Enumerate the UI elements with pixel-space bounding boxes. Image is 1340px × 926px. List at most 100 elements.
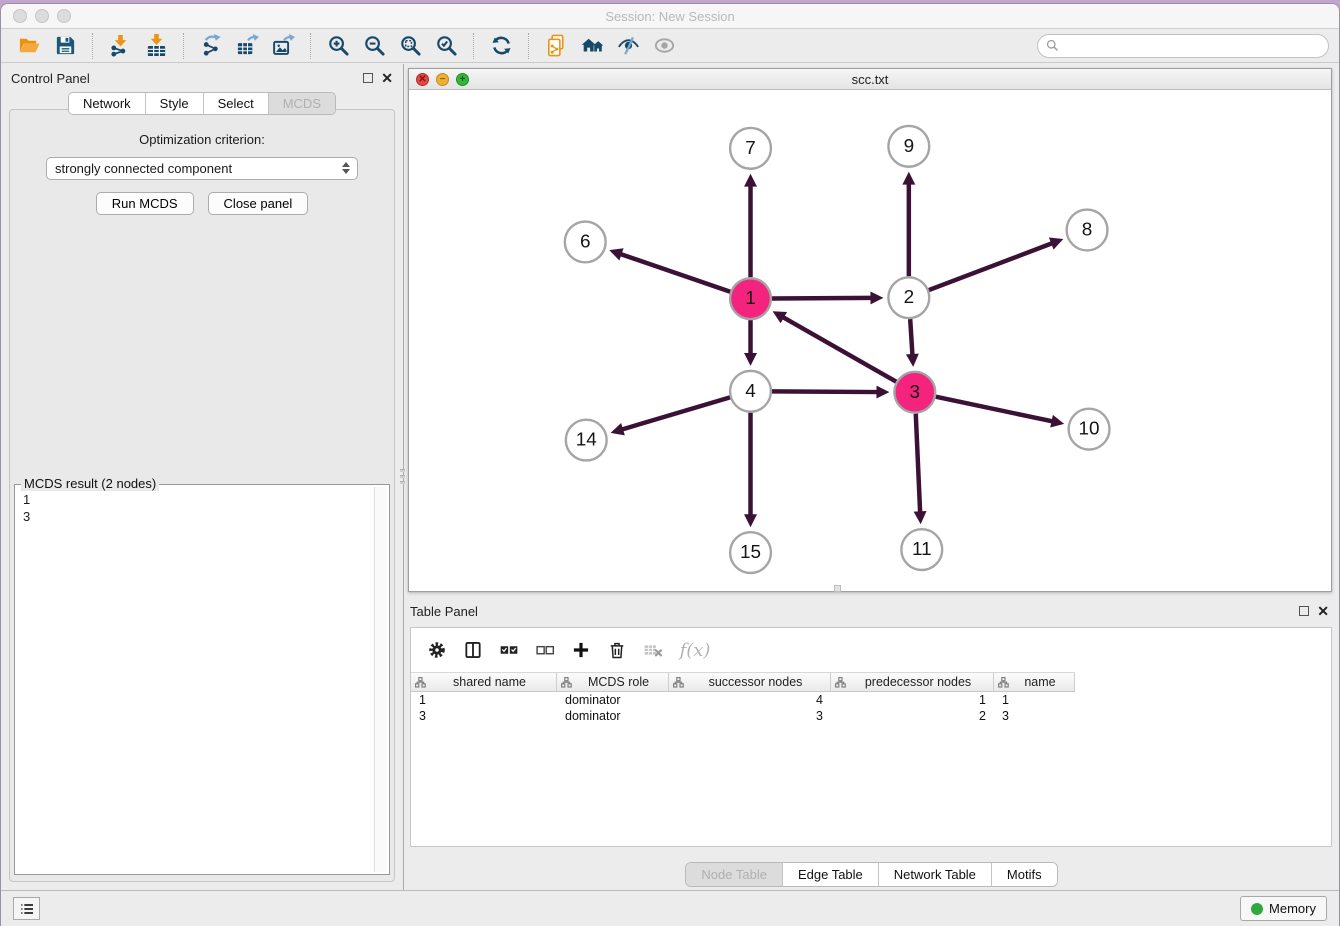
memory-label: Memory xyxy=(1269,901,1316,916)
search-input[interactable] xyxy=(1064,39,1320,53)
status-bar: Memory xyxy=(1,890,1339,926)
close-panel-icon[interactable]: ✕ xyxy=(381,71,393,85)
graph-edge-4-14[interactable] xyxy=(621,397,730,429)
save-session-button[interactable] xyxy=(47,31,83,61)
style-preview-button[interactable] xyxy=(610,31,646,61)
table-panel-header: Table Panel ✕ xyxy=(410,600,1329,622)
zoom-in-button[interactable] xyxy=(320,31,356,61)
birds-eye-button[interactable] xyxy=(646,31,682,61)
memory-button[interactable]: Memory xyxy=(1240,896,1327,921)
table-panel-title: Table Panel xyxy=(410,604,478,619)
tab-style[interactable]: Style xyxy=(146,93,204,114)
graph-edge-2-3[interactable] xyxy=(910,319,912,356)
close-panel-button[interactable]: Close panel xyxy=(208,192,309,215)
optimization-dropdown[interactable]: strongly connected component xyxy=(46,157,358,180)
table-cell: dominator xyxy=(557,709,669,723)
optimization-label: Optimization criterion: xyxy=(10,132,394,147)
column-header-successor-nodes[interactable]: successor nodes xyxy=(669,673,831,691)
mcds-result-line: 1 xyxy=(23,491,367,508)
export-table-button[interactable] xyxy=(229,31,265,61)
task-history-button[interactable] xyxy=(13,897,40,920)
maximize-window-button[interactable] xyxy=(57,9,71,23)
tab-network-table[interactable]: Network Table xyxy=(879,863,992,886)
export-network-button[interactable] xyxy=(193,31,229,61)
table-panel-tabs: Node TableEdge TableNetwork TableMotifs xyxy=(404,862,1339,887)
select-all-checkboxes-button[interactable] xyxy=(493,635,525,665)
list-icon xyxy=(19,901,35,917)
graph-edge-2-8[interactable] xyxy=(929,243,1053,290)
export-image-button[interactable] xyxy=(265,31,301,61)
table-row[interactable]: 3dominator323 xyxy=(411,708,1075,724)
graph-node-label-7: 7 xyxy=(745,138,756,159)
clone-network-icon xyxy=(545,34,568,57)
zoom-fit-button[interactable] xyxy=(392,31,428,61)
network-maximize-icon[interactable]: + xyxy=(456,73,469,86)
network-minimize-icon[interactable]: − xyxy=(436,73,449,86)
function-builder-button[interactable]: f(x) xyxy=(673,635,717,665)
minimize-window-button[interactable] xyxy=(35,9,49,23)
graph-node-label-10: 10 xyxy=(1079,419,1100,440)
table-toolbar: f(x) xyxy=(411,628,1331,672)
close-table-panel-icon[interactable]: ✕ xyxy=(1317,604,1329,618)
open-file-button[interactable] xyxy=(11,31,47,61)
tab-network[interactable]: Network xyxy=(69,93,146,114)
tab-select[interactable]: Select xyxy=(204,93,269,114)
network-canvas[interactable]: 7968124314101511 xyxy=(409,90,1331,591)
graph-node-label-3: 3 xyxy=(910,382,921,403)
graph-edge-arrow xyxy=(744,514,757,527)
float-panel-icon[interactable] xyxy=(363,73,373,83)
import-table-button[interactable] xyxy=(138,31,174,61)
search-box[interactable] xyxy=(1037,34,1329,58)
network-close-icon[interactable]: ✕ xyxy=(416,73,429,86)
zoom-in-icon xyxy=(327,34,350,57)
graph-edge-1-6[interactable] xyxy=(620,254,731,292)
graph-edge-4-3[interactable] xyxy=(772,391,879,392)
clear-checkboxes-icon xyxy=(535,640,555,660)
delete-column-button[interactable] xyxy=(601,635,633,665)
graph-node-label-2: 2 xyxy=(904,287,915,308)
close-window-button[interactable] xyxy=(13,9,27,23)
settings-gear-button[interactable] xyxy=(421,635,453,665)
open-file-icon xyxy=(18,34,41,57)
table-cell: 3 xyxy=(994,709,1075,723)
mcds-result-scrollbar[interactable] xyxy=(374,487,387,872)
column-header-name[interactable]: name xyxy=(994,673,1075,691)
control-panel: Control Panel ✕ NetworkStyleSelectMCDS O… xyxy=(1,64,404,890)
refresh-layout-button[interactable] xyxy=(483,31,519,61)
zoom-selected-button[interactable] xyxy=(428,31,464,61)
tab-motifs[interactable]: Motifs xyxy=(992,863,1057,886)
column-header-predecessor-nodes[interactable]: predecessor nodes xyxy=(831,673,994,691)
column-header-shared-name[interactable]: shared name xyxy=(411,673,557,691)
add-column-icon xyxy=(571,640,591,660)
run-mcds-button[interactable]: Run MCDS xyxy=(96,192,194,215)
table-row[interactable]: 1dominator411 xyxy=(411,692,1075,708)
tab-mcds[interactable]: MCDS xyxy=(269,93,335,114)
tab-node-table[interactable]: Node Table xyxy=(686,863,783,886)
import-network-button[interactable] xyxy=(102,31,138,61)
column-header-MCDS-role[interactable]: MCDS role xyxy=(557,673,669,691)
delete-table-button[interactable] xyxy=(637,635,669,665)
clear-checkboxes-button[interactable] xyxy=(529,635,561,665)
tab-edge-table[interactable]: Edge Table xyxy=(783,863,879,886)
add-column-button[interactable] xyxy=(565,635,597,665)
graph-node-label-14: 14 xyxy=(576,430,597,451)
mcds-result-line: 3 xyxy=(23,508,367,525)
float-table-panel-icon[interactable] xyxy=(1299,606,1309,616)
home-layout-button[interactable] xyxy=(574,31,610,61)
table-cell: 1 xyxy=(411,693,557,707)
window-title: Session: New Session xyxy=(605,9,734,24)
graph-edge-3-11[interactable] xyxy=(916,414,920,514)
graph-edge-3-1[interactable] xyxy=(782,317,896,382)
zoom-fit-icon xyxy=(399,34,422,57)
clone-network-button[interactable] xyxy=(538,31,574,61)
network-window-titlebar: ✕ − + scc.txt xyxy=(409,69,1331,90)
column-layout-button[interactable] xyxy=(457,635,489,665)
main-toolbar xyxy=(1,29,1339,63)
network-window-title: scc.txt xyxy=(852,72,889,87)
panel-splitter-handle[interactable] xyxy=(399,466,406,492)
graph-edge-1-2[interactable] xyxy=(772,298,873,299)
mcds-result-list: 13 xyxy=(17,487,373,872)
graph-edge-3-10[interactable] xyxy=(936,397,1054,422)
zoom-out-button[interactable] xyxy=(356,31,392,61)
network-resize-handle[interactable] xyxy=(834,585,841,592)
